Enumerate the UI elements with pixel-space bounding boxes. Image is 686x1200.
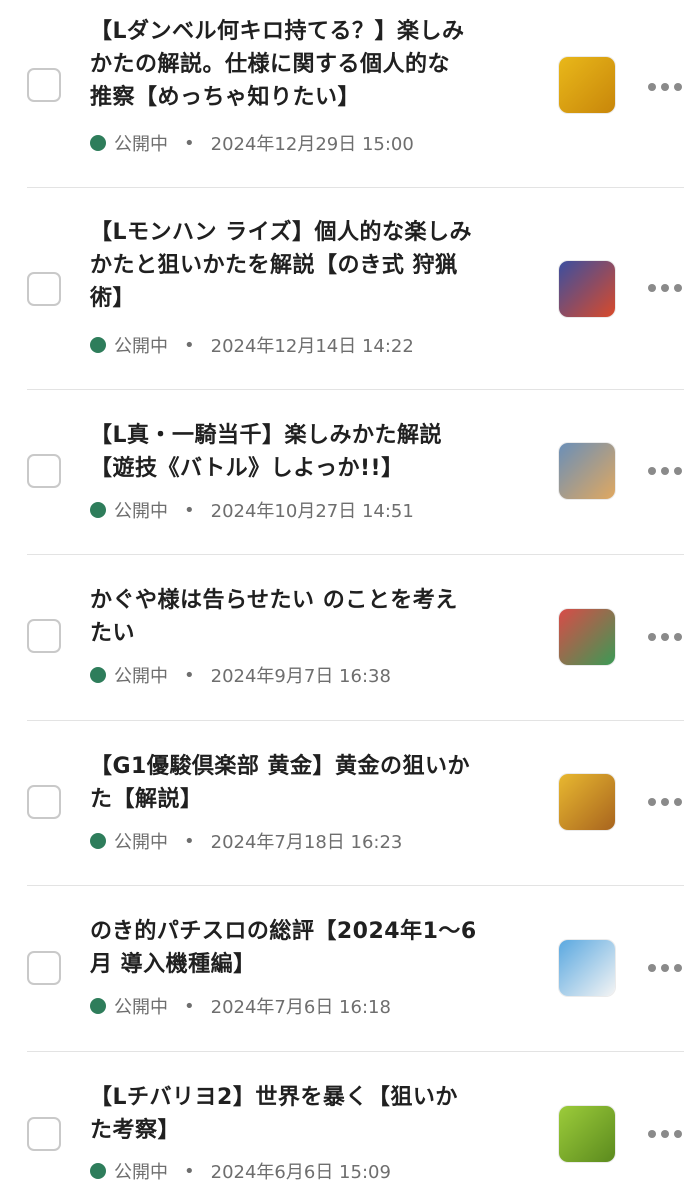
more-options-icon[interactable]: [648, 1127, 682, 1141]
publish-date: 2024年6月6日 15:09: [210, 1162, 391, 1183]
article-title[interactable]: 【G1優駿倶楽部 黄金】黄金の狙いか た【解説】: [90, 750, 530, 816]
status-dot-icon: [90, 502, 106, 518]
article-thumbnail[interactable]: [559, 609, 615, 665]
more-options-icon[interactable]: [648, 464, 682, 478]
article-meta: 公開中 • 2024年10月27日 14:51: [90, 497, 414, 523]
title-line: 【Lチバリヨ2】世界を暴く【狙いか: [90, 1085, 458, 1110]
title-line: 月 導入機種編】: [90, 952, 256, 977]
title-line: たい: [90, 621, 136, 646]
list-item[interactable]: 【Lダンベル何キロ持てる？】楽しみ かたの解説。仕様に関する個人的な 推察【めっ…: [0, 0, 686, 187]
article-meta: 公開中 • 2024年7月18日 16:23: [90, 828, 402, 854]
article-meta: 公開中 • 2024年12月14日 14:22: [90, 332, 414, 358]
select-checkbox[interactable]: [27, 1117, 61, 1151]
article-thumbnail[interactable]: [559, 774, 615, 830]
status-dot-icon: [90, 1163, 106, 1179]
status-label: 公開中: [114, 1162, 168, 1183]
title-line: かたと狙いかたを解説【のき式 狩猟: [90, 253, 458, 278]
more-options-icon[interactable]: [648, 961, 682, 975]
article-thumbnail[interactable]: [559, 940, 615, 996]
select-checkbox[interactable]: [27, 272, 61, 306]
article-title[interactable]: かぐや様は告らせたい のことを考え たい: [90, 584, 530, 650]
article-thumbnail[interactable]: [559, 57, 615, 113]
article-thumbnail[interactable]: [559, 443, 615, 499]
title-line: た考察】: [90, 1118, 181, 1143]
more-options-icon[interactable]: [648, 795, 682, 809]
article-title[interactable]: 【Lモンハン ライズ】個人的な楽しみ かたと狙いかたを解説【のき式 狩猟 術】: [90, 216, 530, 315]
list-item[interactable]: 【L真・一騎当千】楽しみかた解説 【遊技《バトル》しよっか!!】 公開中 • 2…: [0, 390, 686, 554]
publish-date: 2024年7月18日 16:23: [210, 832, 403, 853]
title-line: 【Lモンハン ライズ】個人的な楽しみ: [90, 220, 473, 245]
publish-date: 2024年12月29日 15:00: [210, 134, 414, 155]
article-thumbnail[interactable]: [559, 261, 615, 317]
status-label: 公開中: [114, 134, 168, 155]
title-line: 【L真・一騎当千】楽しみかた解説: [90, 423, 443, 448]
status-dot-icon: [90, 667, 106, 683]
status-label: 公開中: [114, 832, 168, 853]
select-checkbox[interactable]: [27, 951, 61, 985]
title-line: かたの解説。仕様に関する個人的な: [90, 52, 451, 77]
meta-separator: •: [184, 499, 195, 521]
article-meta: 公開中 • 2024年9月7日 16:38: [90, 662, 391, 688]
title-line: のき的パチスロの総評【2024年1〜6: [90, 919, 477, 944]
status-dot-icon: [90, 833, 106, 849]
article-title[interactable]: のき的パチスロの総評【2024年1〜6 月 導入機種編】: [90, 915, 530, 981]
publish-date: 2024年9月7日 16:38: [210, 666, 391, 687]
status-label: 公開中: [114, 666, 168, 687]
more-options-icon[interactable]: [648, 281, 682, 295]
select-checkbox[interactable]: [27, 785, 61, 819]
title-line: かぐや様は告らせたい のことを考え: [90, 588, 458, 613]
article-meta: 公開中 • 2024年7月6日 16:18: [90, 993, 391, 1019]
status-dot-icon: [90, 998, 106, 1014]
title-line: 【Lダンベル何キロ持てる？】楽しみ: [90, 19, 465, 44]
status-label: 公開中: [114, 336, 168, 357]
status-label: 公開中: [114, 997, 168, 1018]
more-options-icon[interactable]: [648, 630, 682, 644]
list-item[interactable]: 【G1優駿倶楽部 黄金】黄金の狙いか た【解説】 公開中 • 2024年7月18…: [0, 721, 686, 885]
article-thumbnail[interactable]: [559, 1106, 615, 1162]
meta-separator: •: [184, 1160, 195, 1182]
list-item[interactable]: 【Lモンハン ライズ】個人的な楽しみ かたと狙いかたを解説【のき式 狩猟 術】 …: [0, 188, 686, 388]
status-dot-icon: [90, 135, 106, 151]
meta-separator: •: [184, 664, 195, 686]
meta-separator: •: [184, 830, 195, 852]
list-item[interactable]: かぐや様は告らせたい のことを考え たい 公開中 • 2024年9月7日 16:…: [0, 555, 686, 720]
select-checkbox[interactable]: [27, 619, 61, 653]
title-line: 術】: [90, 286, 136, 311]
publish-date: 2024年7月6日 16:18: [210, 997, 391, 1018]
publish-date: 2024年12月14日 14:22: [210, 336, 414, 357]
status-label: 公開中: [114, 501, 168, 522]
select-checkbox[interactable]: [27, 68, 61, 102]
title-line: 推察【めっちゃ知りたい】: [90, 85, 361, 110]
meta-separator: •: [184, 334, 195, 356]
article-list: 【Lダンベル何キロ持てる？】楽しみ かたの解説。仕様に関する個人的な 推察【めっ…: [0, 0, 686, 1200]
status-dot-icon: [90, 337, 106, 353]
list-item[interactable]: のき的パチスロの総評【2024年1〜6 月 導入機種編】 公開中 • 2024年…: [0, 886, 686, 1051]
title-line: た【解説】: [90, 787, 203, 812]
more-options-icon[interactable]: [648, 80, 682, 94]
article-meta: 公開中 • 2024年6月6日 15:09: [90, 1158, 391, 1184]
title-line: 【遊技《バトル》しよっか!!】: [90, 456, 404, 481]
article-title[interactable]: 【Lダンベル何キロ持てる？】楽しみ かたの解説。仕様に関する個人的な 推察【めっ…: [90, 15, 530, 114]
article-title[interactable]: 【L真・一騎当千】楽しみかた解説 【遊技《バトル》しよっか!!】: [90, 419, 530, 485]
list-item[interactable]: 【Lチバリヨ2】世界を暴く【狙いか た考察】 公開中 • 2024年6月6日 1…: [0, 1052, 686, 1200]
publish-date: 2024年10月27日 14:51: [210, 501, 414, 522]
article-meta: 公開中 • 2024年12月29日 15:00: [90, 130, 414, 156]
meta-separator: •: [184, 132, 195, 154]
article-title[interactable]: 【Lチバリヨ2】世界を暴く【狙いか た考察】: [90, 1081, 530, 1147]
select-checkbox[interactable]: [27, 454, 61, 488]
title-line: 【G1優駿倶楽部 黄金】黄金の狙いか: [90, 754, 471, 779]
meta-separator: •: [184, 995, 195, 1017]
